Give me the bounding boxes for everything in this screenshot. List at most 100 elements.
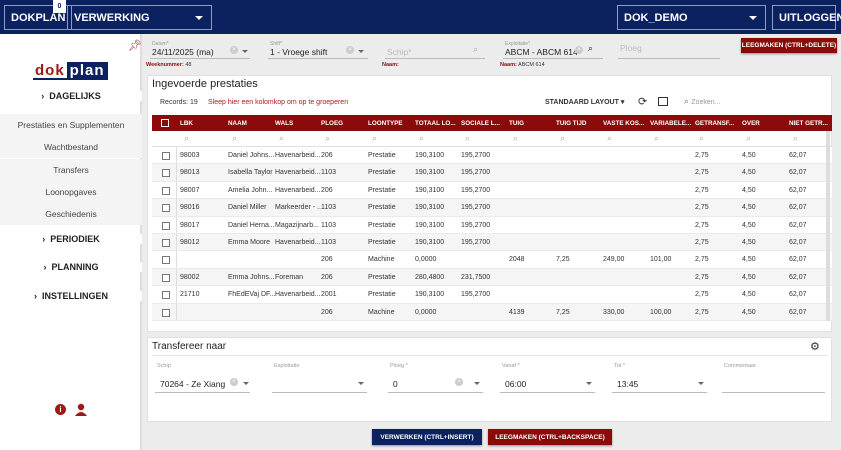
row-checkbox[interactable] <box>162 204 170 213</box>
clear-icon[interactable]: × <box>455 378 463 386</box>
date-field[interactable]: Datum* 24/11/2025 (ma) × <box>150 38 250 59</box>
sidebar-item[interactable]: Loonopgaves <box>0 181 142 203</box>
column-header[interactable]: LBK <box>180 120 193 127</box>
row-checkbox[interactable] <box>162 186 170 195</box>
table-row[interactable]: 98017 Daniel Herna... Magazijnarb... 1103 Pr… <box>152 216 832 234</box>
info-icon[interactable]: i <box>55 404 66 415</box>
column-header[interactable]: GETRANSF... <box>695 120 734 127</box>
column-header[interactable]: NAAM <box>228 120 247 127</box>
column-header[interactable]: SOCIALE L... <box>461 120 500 127</box>
sidebar-item[interactable]: Prestaties en Supplementen <box>0 114 142 136</box>
shift-field[interactable]: Shift* 1 - Vroege shift × <box>268 38 368 59</box>
select-all-checkbox[interactable] <box>161 119 169 127</box>
group-panel[interactable]: Sleep hier een kolomkop om op te groeper… <box>208 99 348 106</box>
refresh-icon[interactable]: ⟳ <box>638 95 647 108</box>
sidebar-item[interactable]: › DAGELIJKS <box>0 91 142 101</box>
sidebar-item[interactable]: Geschiedenis <box>0 203 142 225</box>
table-row[interactable]: 21710 FhEdEVaj DF... Havenarbeid... 2001 Pre… <box>152 286 832 304</box>
column-header[interactable]: TUIG <box>509 120 524 127</box>
clear-icon[interactable]: × <box>575 46 583 54</box>
row-checkbox[interactable] <box>162 256 170 265</box>
row-checkbox[interactable] <box>162 308 170 317</box>
row-checkbox[interactable] <box>162 273 170 282</box>
table-row[interactable]: 98002 Emma Johns... Foreman 206 Prestatie 280… <box>152 268 832 287</box>
column-header[interactable]: VARIABELE... <box>650 120 691 127</box>
clear-icon[interactable]: × <box>230 46 238 54</box>
ship-field[interactable]: Schip* ⌕ <box>385 38 485 59</box>
search-icon[interactable]: ⌕ <box>473 44 478 55</box>
sidebar-item[interactable]: Transfers <box>0 159 142 181</box>
column-filter-icon[interactable]: ⌕ <box>279 133 284 144</box>
table-row[interactable]: 98013 Isabella Taylor Havenarbeid... 1103 Pr… <box>152 164 832 182</box>
column-filter-icon[interactable]: ⌕ <box>560 133 565 144</box>
column-filter-icon[interactable]: ⌕ <box>654 133 659 144</box>
column-filter-icon[interactable]: ⌕ <box>746 133 751 144</box>
table-row[interactable]: 98016 Daniel Miller Markeerder - ... 1103 Pr… <box>152 199 832 217</box>
row-checkbox[interactable] <box>162 291 170 300</box>
table-row[interactable]: 98007 Amelia John... Havenarbeid... 206 Pres… <box>152 181 832 200</box>
column-header[interactable]: WALS <box>275 120 293 127</box>
search-icon[interactable]: ⌕ <box>588 43 593 54</box>
column-header[interactable]: NIET GETR... <box>789 120 828 127</box>
row-checkbox[interactable] <box>162 221 170 230</box>
column-header[interactable]: TOTAAL LO... <box>415 120 456 127</box>
sidebar-item[interactable]: Wachtbestand <box>0 136 142 158</box>
column-header[interactable]: LOONTYPE <box>368 120 403 127</box>
chevron-down-icon[interactable] <box>243 382 249 385</box>
layout-select[interactable]: STANDAARD LAYOUT ▾ <box>545 98 624 106</box>
table-row[interactable]: 98012 Emma Moore Havenarbeid... 1103 Prestat… <box>152 234 832 252</box>
exploitation-field[interactable]: Exploitatie* ABCM - ABCM 614 × ⌕ <box>503 38 603 59</box>
column-filter-icon[interactable]: ⌕ <box>372 133 377 144</box>
column-filter-icon[interactable]: ⌕ <box>793 133 798 144</box>
chevron-down-icon[interactable] <box>586 382 592 385</box>
pin-icon[interactable]: 📌︎ <box>128 39 142 52</box>
transfer-field[interactable]: Exploitatie <box>272 360 367 393</box>
table-row[interactable]: 206 Machine 0,0000 2048 7,25 249,00 101,00 2,75… <box>152 251 832 269</box>
column-filter-icon[interactable]: ⌕ <box>232 133 237 144</box>
clear-icon[interactable]: × <box>230 378 238 386</box>
grid-search-input[interactable]: ⌕ Zoeken... <box>684 96 784 108</box>
column-header[interactable]: OVER <box>742 120 760 127</box>
column-filter-icon[interactable]: ⌕ <box>699 133 704 144</box>
chevron-down-icon[interactable] <box>474 382 480 385</box>
table-row[interactable]: 98003 Daniel Johns... Havenarbeid... 206 Pre… <box>152 147 832 165</box>
column-filter-icon[interactable]: ⌕ <box>325 133 330 144</box>
chevron-down-icon[interactable] <box>698 382 704 385</box>
grid-scrollbar[interactable] <box>826 131 830 321</box>
crew-field[interactable]: Ploeg <box>618 38 720 59</box>
column-filter-icon[interactable]: ⌕ <box>184 133 189 144</box>
chevron-down-icon[interactable] <box>242 50 248 53</box>
column-filter-icon[interactable]: ⌕ <box>419 133 424 144</box>
column-header[interactable]: PLOEG <box>321 120 343 127</box>
chevron-down-icon[interactable] <box>358 382 364 385</box>
transfer-field[interactable]: Schip 70264 - Ze Xiang × <box>155 360 250 393</box>
column-header[interactable]: VASTE KOS... <box>603 120 644 127</box>
transfer-field[interactable]: Commentaar <box>722 360 825 393</box>
column-header[interactable]: TUIG TIJD <box>556 120 586 127</box>
user-icon[interactable] <box>74 403 88 416</box>
row-checkbox[interactable] <box>162 239 170 247</box>
sidebar-item[interactable]: › PLANNING <box>0 262 142 272</box>
sidebar-item[interactable]: › PERIODIEK <box>0 234 142 244</box>
clear-icon[interactable]: × <box>346 46 354 54</box>
gear-icon[interactable]: ⚙ <box>810 340 820 353</box>
column-filter-icon[interactable]: ⌕ <box>465 133 470 144</box>
transfer-field[interactable]: Tot * 13:45 <box>612 360 707 393</box>
column-chooser-icon[interactable] <box>658 97 668 106</box>
sidebar-item[interactable]: › INSTELLINGEN <box>0 291 142 301</box>
transfer-field[interactable]: Vanaf * 06:00 <box>500 360 595 393</box>
chevron-down-icon[interactable] <box>358 50 364 53</box>
table-cell: 1103 <box>321 239 337 246</box>
row-checkbox[interactable] <box>162 152 170 160</box>
module-select[interactable]: VERWERKING <box>67 5 212 30</box>
table-row[interactable]: 206 Machine 0,0000 4139 7,25 330,00 100,00 2,75… <box>152 303 832 321</box>
column-filter-icon[interactable]: ⌕ <box>607 133 612 144</box>
clear-button[interactable]: LEEGMAKEN (CTRL+BACKSPACE) <box>488 429 612 445</box>
logout-button[interactable]: UITLOGGEN <box>772 5 841 30</box>
column-filter-icon[interactable]: ⌕ <box>513 133 518 144</box>
row-checkbox[interactable] <box>162 169 170 178</box>
environment-select[interactable]: DOK_DEMO <box>617 5 766 30</box>
process-button[interactable]: VERWERKEN (CTRL+INSERT) <box>372 429 482 445</box>
clear-filters-button[interactable]: LEEGMAKEN (CTRL+DELETE) <box>741 38 837 53</box>
transfer-field[interactable]: Ploeg * 0 × <box>388 360 483 393</box>
